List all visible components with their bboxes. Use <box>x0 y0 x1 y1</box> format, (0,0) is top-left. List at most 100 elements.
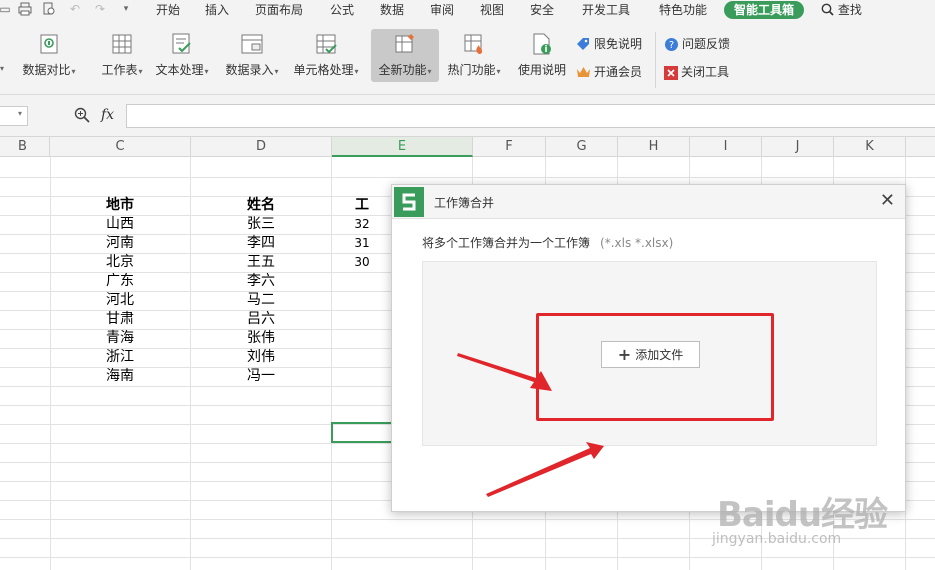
feedback-label: 问题反馈 <box>682 37 731 51</box>
cell-process-button[interactable]: 单元格处理▾ <box>290 32 362 78</box>
search-button[interactable]: 查找 <box>821 2 862 18</box>
undo-icon[interactable]: ↶ <box>68 2 82 16</box>
table-cell-city[interactable]: 山西 <box>50 215 190 234</box>
menu-bar: ▭ ↶ ↷ ▾ 开始 插入 页面布局 公式 数据 审阅 视图 安全 开发工具 特… <box>0 0 935 20</box>
column-header-b[interactable]: B <box>0 137 50 157</box>
column-header-g[interactable]: G <box>546 137 618 157</box>
dialog-header: 工作簿合并 ✕ <box>392 185 905 219</box>
column-header-j[interactable]: J <box>762 137 834 157</box>
table-cell-name[interactable]: 刘伟 <box>191 348 331 367</box>
table-cell-name[interactable]: 张伟 <box>191 329 331 348</box>
header-cell-name[interactable]: 姓名 <box>191 196 331 215</box>
hot-feature-label: 热门功能 <box>447 63 496 77</box>
tab-review[interactable]: 审阅 <box>430 2 454 18</box>
data-entry-icon <box>241 34 263 54</box>
header-cell-e[interactable]: 工 <box>332 196 392 215</box>
table-cell-city[interactable]: 河南 <box>50 234 190 253</box>
hot-feature-icon <box>464 34 483 54</box>
table-cell-e[interactable]: 31 <box>332 234 392 253</box>
column-header-d[interactable]: D <box>191 137 332 157</box>
data-entry-label: 数据录入 <box>225 63 274 77</box>
table-cell-city[interactable]: 青海 <box>50 329 190 348</box>
spreadsheet-window: ▭ ↶ ↷ ▾ 开始 插入 页面布局 公式 数据 审阅 视图 安全 开发工具 特… <box>0 0 935 570</box>
table-cell-name[interactable]: 王五 <box>191 253 331 272</box>
dialog-title: 工作簿合并 <box>434 196 495 210</box>
quick-access-dropdown-icon[interactable]: ▾ <box>119 2 133 16</box>
manual-button[interactable]: 使用说明 <box>516 32 568 78</box>
table-cell-city[interactable]: 海南 <box>50 367 190 386</box>
new-feature-button[interactable]: 全新功能▾ <box>371 29 439 82</box>
column-header-h[interactable]: H <box>618 137 690 157</box>
data-compare-icon <box>40 34 58 54</box>
tab-view[interactable]: 视图 <box>480 2 504 18</box>
name-box[interactable]: ▾ <box>0 106 28 126</box>
table-cell-name[interactable]: 冯一 <box>191 367 331 386</box>
table-cell-name[interactable]: 张三 <box>191 215 331 234</box>
formula-bar: ▾ fx <box>0 95 935 137</box>
tab-smart-toolbox[interactable]: 智能工具箱 <box>724 1 805 19</box>
description-text: 将多个工作簿合并为一个工作簿 <box>422 236 591 250</box>
watermark-text: Baidu经验 <box>717 495 888 535</box>
cell-process-label: 单元格处理 <box>293 63 354 77</box>
zoom-icon[interactable] <box>74 107 90 123</box>
extensions-hint: (*.xls *.xlsx) <box>600 236 674 250</box>
open-member-button[interactable]: 开通会员 <box>576 63 642 81</box>
close-tool-button[interactable]: 关闭工具 <box>664 63 729 81</box>
worksheet-button[interactable]: 工作表▾ <box>95 32 149 78</box>
table-cell-city[interactable]: 河北 <box>50 291 190 310</box>
table-cell-name[interactable]: 马二 <box>191 291 331 310</box>
column-header-e[interactable]: E <box>332 137 473 157</box>
tab-data[interactable]: 数据 <box>380 2 404 18</box>
tab-start[interactable]: 开始 <box>156 2 180 18</box>
table-cell-name[interactable]: 李四 <box>191 234 331 253</box>
selected-cell[interactable] <box>331 422 397 443</box>
tab-special-features[interactable]: 特色功能 <box>659 2 707 18</box>
print-icon[interactable] <box>18 2 32 16</box>
app-logo-icon <box>394 187 424 217</box>
tab-formula[interactable]: 公式 <box>330 2 354 18</box>
table-cell-e[interactable]: 32 <box>332 215 392 234</box>
table-cell-e[interactable]: 30 <box>332 253 392 272</box>
column-header-c[interactable]: C <box>50 137 191 157</box>
text-process-button[interactable]: 文本处理▾ <box>152 32 212 78</box>
watermark-url: jingyan.baidu.com <box>712 531 842 547</box>
data-compare-button[interactable]: 数据对比▾ <box>22 32 76 78</box>
text-process-icon <box>172 33 191 54</box>
column-header-extra[interactable] <box>906 137 935 157</box>
data-compare-label: 数据对比 <box>22 63 71 77</box>
ribbon-overflow-caret[interactable]: ▾ <box>0 64 4 73</box>
column-header-i[interactable]: I <box>690 137 762 157</box>
column-header-f[interactable]: F <box>473 137 546 157</box>
fx-button[interactable]: fx <box>101 107 114 123</box>
new-feature-label: 全新功能 <box>378 63 427 77</box>
table-cell-city[interactable]: 浙江 <box>50 348 190 367</box>
tab-insert[interactable]: 插入 <box>205 2 229 18</box>
redo-icon[interactable]: ↷ <box>93 2 107 16</box>
print-preview-icon[interactable] <box>42 2 56 16</box>
table-cell-city[interactable]: 甘肃 <box>50 310 190 329</box>
header-cell-city[interactable]: 地市 <box>50 196 190 215</box>
table-cell-city[interactable]: 广东 <box>50 272 190 291</box>
free-notice-button[interactable]: 限免说明 <box>576 35 642 53</box>
tab-developer-tools[interactable]: 开发工具 <box>582 2 630 18</box>
ribbon-toolbar: ▾ 数据对比▾ 工作表▾ 文本处理▾ 数据录入▾ 单元格处理▾ 全新功能▾ 热门… <box>0 20 935 95</box>
feedback-button[interactable]: ? 问题反馈 <box>664 35 730 53</box>
open-icon[interactable]: ▭ <box>0 2 12 16</box>
table-cell-city[interactable]: 北京 <box>50 253 190 272</box>
search-label: 查找 <box>837 3 862 17</box>
hot-feature-button[interactable]: 热门功能▾ <box>444 32 504 78</box>
tab-security[interactable]: 安全 <box>530 2 554 18</box>
question-icon: ? <box>665 38 678 51</box>
data-entry-button[interactable]: 数据录入▾ <box>221 32 283 78</box>
formula-input[interactable] <box>126 104 935 128</box>
column-header-k[interactable]: K <box>834 137 906 157</box>
highlight-box <box>536 313 774 421</box>
free-notice-label: 限免说明 <box>594 37 643 51</box>
tag-icon <box>577 38 589 50</box>
dialog-close-button[interactable]: ✕ <box>880 191 895 211</box>
tab-page-layout[interactable]: 页面布局 <box>255 2 303 18</box>
table-cell-name[interactable]: 李六 <box>191 272 331 291</box>
cell-process-icon <box>316 34 337 54</box>
table-cell-name[interactable]: 吕六 <box>191 310 331 329</box>
manual-icon <box>533 33 551 55</box>
